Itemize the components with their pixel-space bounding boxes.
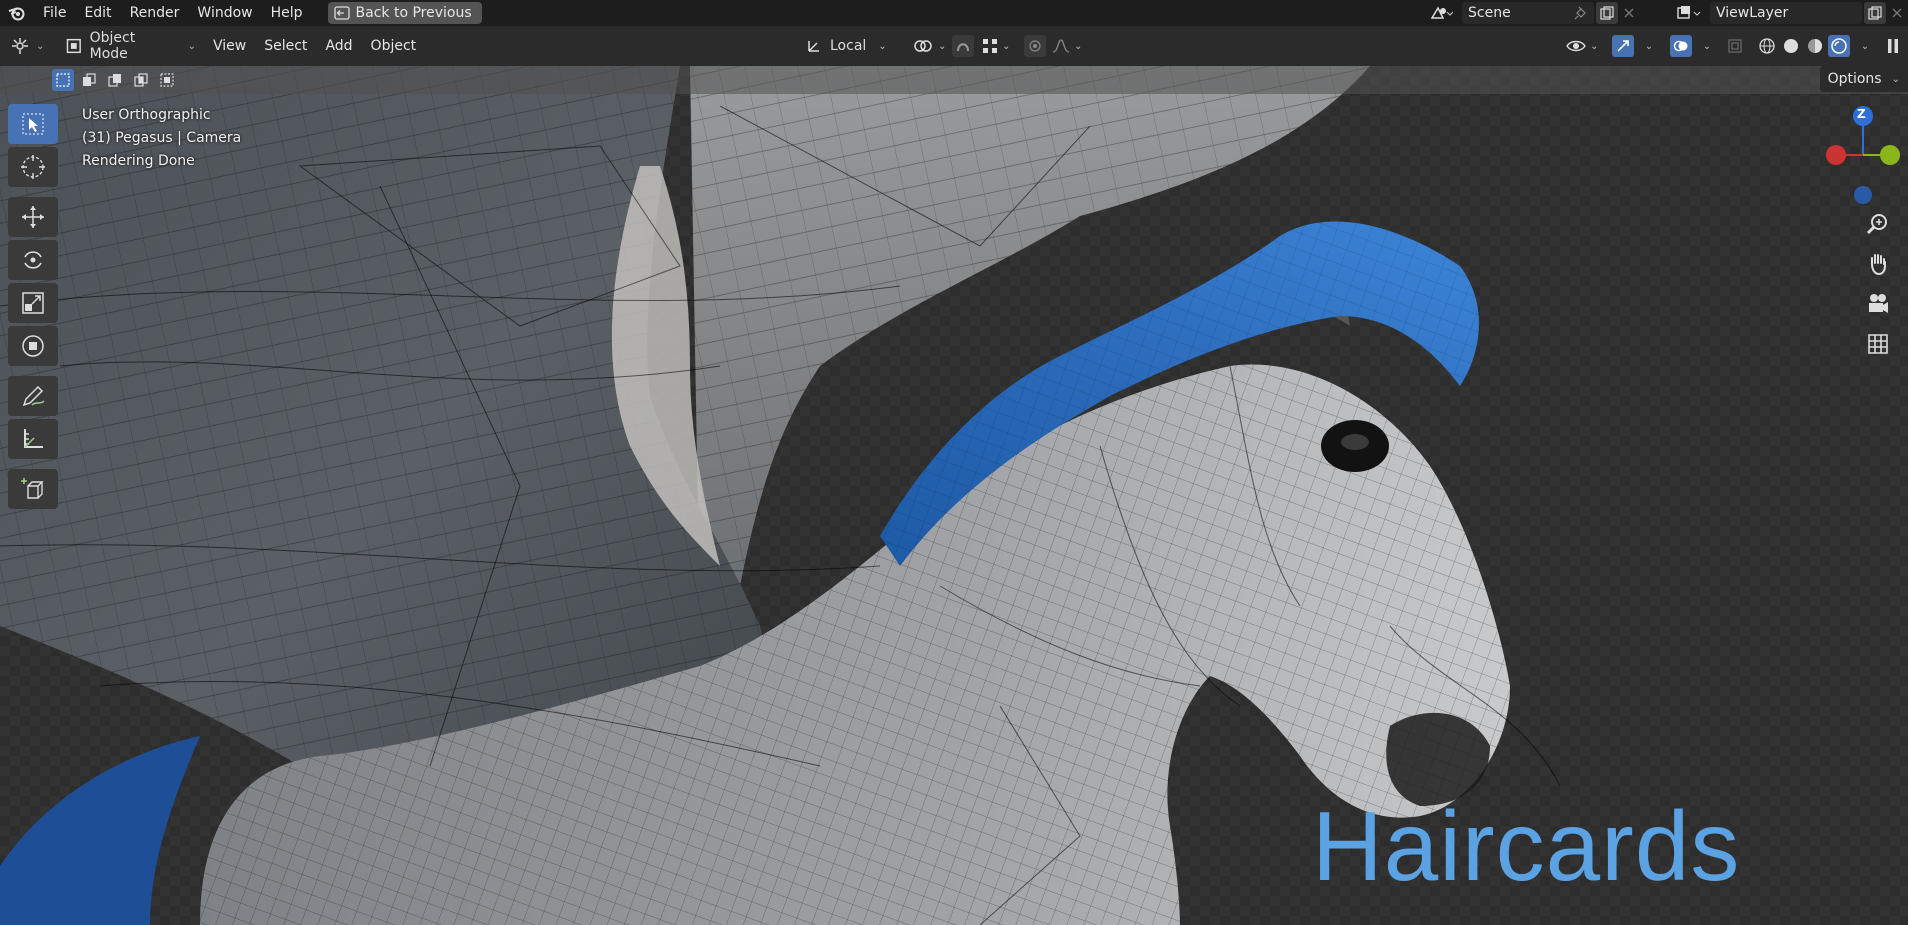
render-status: Rendering Done: [82, 153, 195, 169]
navigation-gizmo: Z: [1818, 100, 1908, 360]
select-subtract-icon[interactable]: [104, 69, 126, 91]
menu-file[interactable]: File: [34, 0, 75, 26]
snap-target-selector[interactable]: ⌄: [982, 38, 1010, 54]
pin-icon[interactable]: [1574, 6, 1588, 20]
select-intersect-icon[interactable]: [156, 69, 178, 91]
viewport-header: ⌄ Object Mode ⌄ View Select Add Object L…: [0, 26, 1908, 66]
active-object-info: (31) Pegasus | Camera: [82, 130, 242, 146]
shading-dropdown[interactable]: ⌄: [1852, 35, 1874, 57]
menu-window[interactable]: Window: [188, 0, 261, 26]
scene-name: Scene: [1468, 5, 1511, 21]
pan-hand-icon[interactable]: [1866, 252, 1890, 280]
select-extend-icon[interactable]: [78, 69, 100, 91]
viewport-info: User Orthographic (31) Pegasus | Camera …: [82, 104, 241, 173]
top-menu-bar: File Edit Render Window Help Back to Pre…: [0, 0, 1908, 26]
menu-help[interactable]: Help: [262, 0, 312, 26]
delete-view-layer-icon[interactable]: [1886, 2, 1908, 24]
options-label: Options: [1827, 71, 1882, 87]
camera-view-icon[interactable]: [1866, 292, 1890, 320]
scale-tool[interactable]: [8, 283, 58, 323]
pivot-icon: [914, 40, 932, 52]
orientation-icon: [808, 41, 819, 52]
gizmo-toggle-icon[interactable]: [1612, 35, 1634, 57]
neg-z-axis-handle: [1854, 186, 1872, 204]
ortho-toggle-icon[interactable]: [1866, 332, 1890, 360]
overlays-toggle-icon[interactable]: [1670, 35, 1692, 57]
select-box-tool[interactable]: [8, 104, 58, 144]
overlays-dropdown[interactable]: ⌄: [1694, 35, 1716, 57]
mode-selector[interactable]: Object Mode ⌄: [66, 30, 196, 62]
measure-tool[interactable]: [8, 419, 58, 459]
tool-settings-bar: [0, 66, 1908, 94]
x-axis-handle: [1826, 145, 1846, 165]
ruler-icon: [24, 429, 43, 448]
mode-label: Object Mode: [89, 30, 136, 62]
transform-icon: [22, 335, 44, 357]
add-cube-tool[interactable]: [8, 469, 58, 509]
z-axis-label: Z: [1857, 107, 1866, 121]
eye-icon: [1566, 40, 1586, 52]
gizmo-dropdown[interactable]: ⌄: [1636, 35, 1658, 57]
proportional-editing-icon[interactable]: [1024, 35, 1046, 57]
transform-tool[interactable]: [8, 326, 58, 366]
wireframe-shading-icon[interactable]: [1756, 35, 1778, 57]
menu-view[interactable]: View: [204, 33, 255, 59]
transform-orientation-selector[interactable]: Local ⌄: [806, 38, 898, 54]
haircards-title: Haircards: [1312, 791, 1741, 901]
menu-render[interactable]: Render: [121, 0, 189, 26]
back-icon: [333, 6, 350, 20]
3d-cursor-icon: [21, 155, 45, 179]
move-arrows-icon: [22, 206, 44, 228]
rotate-tool[interactable]: [8, 240, 58, 280]
rendered-shading-icon[interactable]: [1828, 35, 1850, 57]
annotate-tool[interactable]: [8, 376, 58, 416]
new-scene-icon[interactable]: [1596, 2, 1618, 24]
select-new-icon[interactable]: [52, 69, 74, 91]
new-view-layer-icon[interactable]: [1864, 2, 1886, 24]
scene-name-field[interactable]: Scene: [1462, 2, 1594, 24]
menu-object[interactable]: Object: [362, 33, 426, 59]
orientation-label: Local: [830, 38, 867, 54]
xray-toggle-icon[interactable]: [1724, 35, 1746, 57]
menu-edit[interactable]: Edit: [75, 0, 120, 26]
view-layer-browse-icon[interactable]: [1672, 2, 1706, 24]
menu-select[interactable]: Select: [255, 33, 316, 59]
add-cube-icon: [21, 478, 44, 499]
zoom-icon[interactable]: [1866, 212, 1890, 240]
menu-add[interactable]: Add: [316, 33, 361, 59]
pencil-icon: [22, 385, 45, 407]
select-invert-icon[interactable]: [130, 69, 152, 91]
visibility-selector[interactable]: ⌄: [1566, 38, 1598, 54]
pivot-point-selector[interactable]: ⌄: [912, 37, 946, 55]
scale-icon: [22, 292, 44, 314]
editor-type-selector[interactable]: ⌄: [10, 37, 50, 55]
snap-toggle-icon[interactable]: [952, 35, 974, 57]
object-mode-icon: [66, 38, 81, 54]
cursor-arrow-icon: [22, 113, 44, 135]
view-layer-name-field[interactable]: ViewLayer: [1710, 2, 1862, 24]
move-tool[interactable]: [8, 197, 58, 237]
snap-grid-icon: [983, 39, 997, 53]
tool-shelf: [8, 104, 60, 512]
material-shading-icon[interactable]: [1804, 35, 1826, 57]
rotate-icon: [24, 251, 42, 269]
cursor-tool[interactable]: [8, 147, 58, 187]
scene-browse-icon[interactable]: [1424, 2, 1458, 24]
back-button-label: Back to Previous: [355, 5, 472, 21]
pause-render-icon[interactable]: [1882, 35, 1904, 57]
blender-logo-icon[interactable]: [0, 0, 34, 26]
3d-viewport-icon: [12, 38, 28, 54]
y-axis-handle: [1880, 145, 1900, 165]
view-layer-name: ViewLayer: [1716, 5, 1789, 21]
options-dropdown[interactable]: Options ⌄: [1819, 66, 1908, 92]
solid-shading-icon[interactable]: [1780, 35, 1802, 57]
delete-scene-icon[interactable]: [1618, 2, 1640, 24]
falloff-selector[interactable]: ⌄: [1052, 38, 1082, 54]
falloff-curve-icon: [1052, 39, 1070, 53]
back-to-previous-button[interactable]: Back to Previous: [327, 2, 482, 24]
view-name: User Orthographic: [82, 107, 211, 123]
